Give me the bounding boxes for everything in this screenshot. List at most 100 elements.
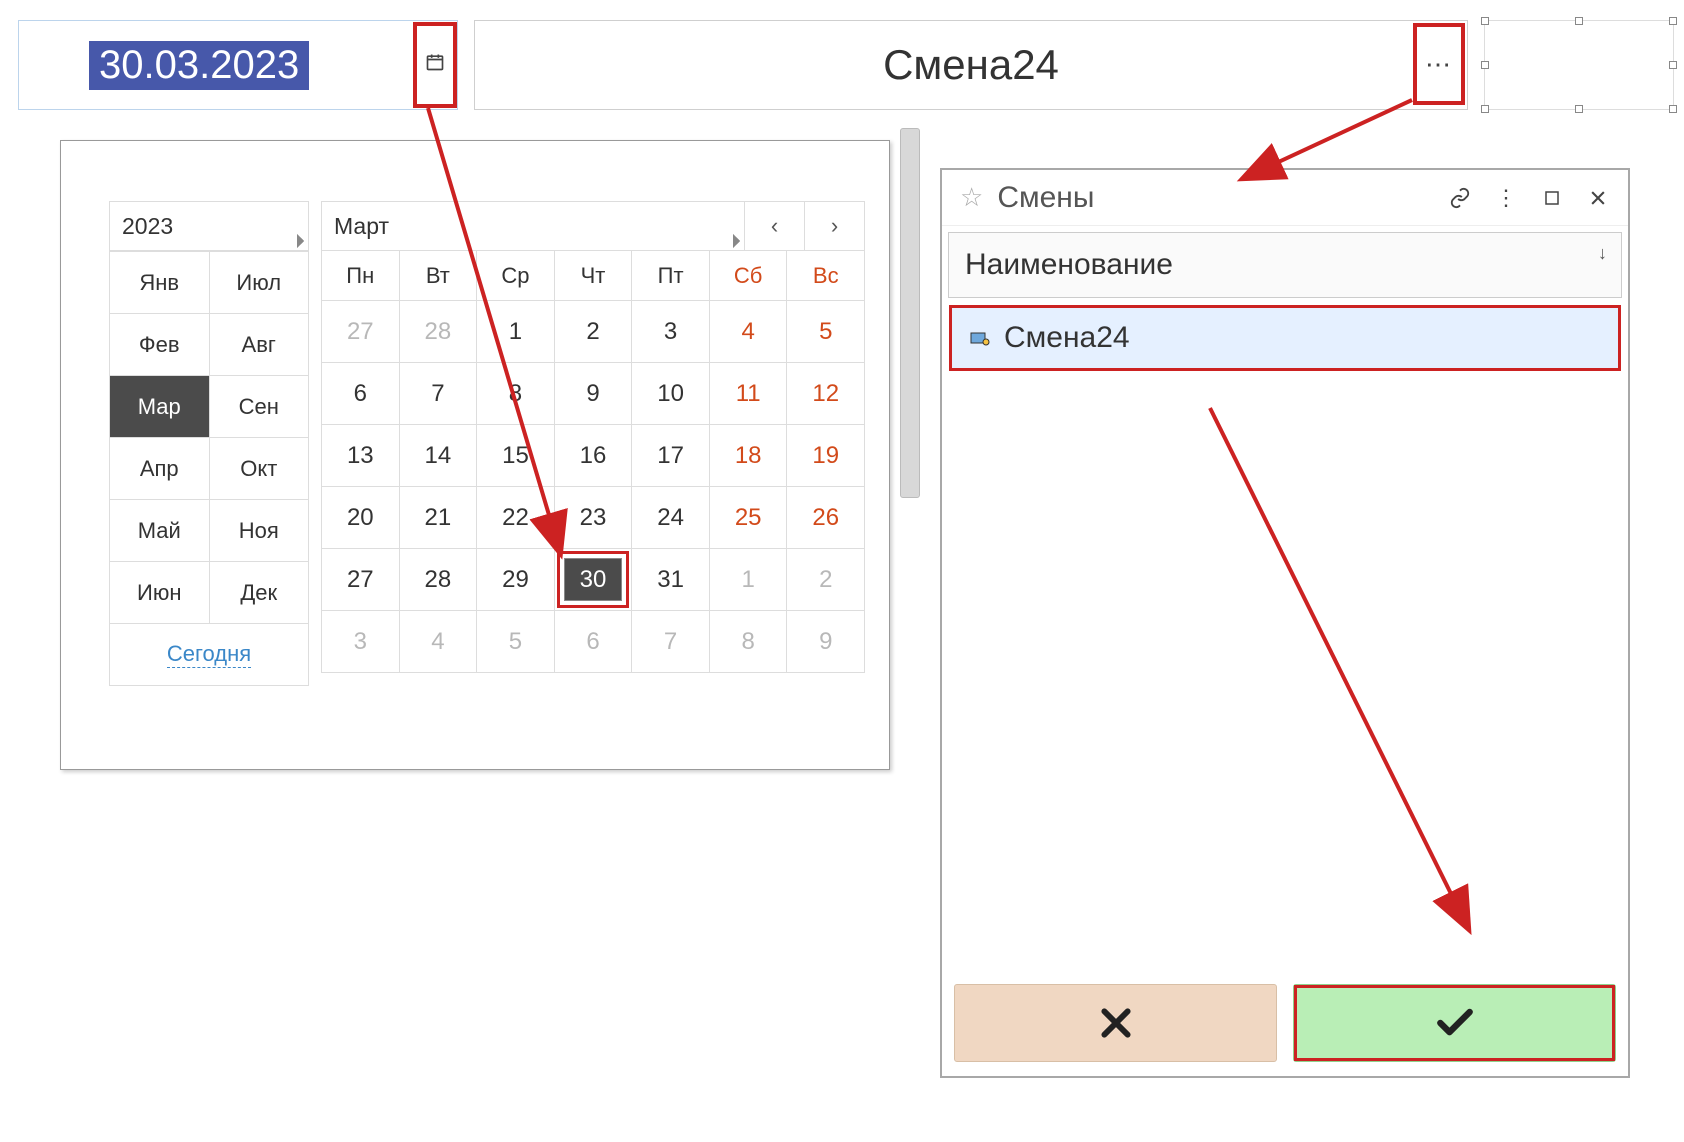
star-icon[interactable]: ☆ bbox=[960, 182, 983, 213]
ok-button[interactable] bbox=[1293, 984, 1616, 1062]
day-cell[interactable]: 28 bbox=[400, 549, 478, 611]
shift-input-value: Смена24 bbox=[883, 41, 1059, 89]
month-cell[interactable]: Мар bbox=[110, 376, 210, 438]
month-cell[interactable]: Фев bbox=[110, 314, 210, 376]
designer-selection-box bbox=[1484, 20, 1674, 110]
day-cell[interactable]: 11 bbox=[710, 363, 788, 425]
day-cell[interactable]: 7 bbox=[632, 611, 710, 673]
next-month-button[interactable]: › bbox=[805, 201, 865, 251]
shift-selection-dialog: ☆ Смены ⋮ Наименование ↓ Смена24 bbox=[940, 168, 1630, 1078]
day-cell[interactable]: 28 bbox=[400, 301, 478, 363]
day-cell[interactable]: 12 bbox=[787, 363, 865, 425]
maximize-icon[interactable] bbox=[1536, 182, 1568, 214]
day-cell[interactable]: 15 bbox=[477, 425, 555, 487]
day-cell[interactable]: 24 bbox=[632, 487, 710, 549]
today-label: Сегодня bbox=[167, 641, 251, 668]
weekday-label: Ср bbox=[477, 251, 555, 301]
kebab-menu-icon[interactable]: ⋮ bbox=[1490, 182, 1522, 214]
shift-input-field[interactable]: Смена24 ⋯ bbox=[474, 20, 1468, 110]
day-cell[interactable]: 29 bbox=[477, 549, 555, 611]
day-cell[interactable]: 13 bbox=[322, 425, 400, 487]
scrollbar[interactable] bbox=[900, 128, 920, 498]
weekday-label: Пн bbox=[322, 251, 400, 301]
day-cell[interactable]: 2 bbox=[787, 549, 865, 611]
month-cell[interactable]: Июл bbox=[210, 252, 310, 314]
dialog-title: Смены bbox=[997, 181, 1094, 215]
day-cell[interactable]: 6 bbox=[555, 611, 633, 673]
month-cell[interactable]: Окт bbox=[210, 438, 310, 500]
day-cell[interactable]: 2 bbox=[555, 301, 633, 363]
day-cell[interactable]: 10 bbox=[632, 363, 710, 425]
day-cell[interactable]: 6 bbox=[322, 363, 400, 425]
day-cell[interactable]: 1 bbox=[710, 549, 788, 611]
shift-list: Смена24 bbox=[948, 304, 1622, 974]
close-icon bbox=[1096, 1003, 1136, 1043]
month-cell[interactable]: Сен bbox=[210, 376, 310, 438]
calendar-icon bbox=[425, 52, 445, 72]
day-cell[interactable]: 3 bbox=[632, 301, 710, 363]
day-cell[interactable]: 22 bbox=[477, 487, 555, 549]
shift-lookup-button[interactable]: ⋯ bbox=[1413, 23, 1465, 105]
cancel-button[interactable] bbox=[954, 984, 1277, 1062]
calendar-popup: 2023 ЯнвИюлФевАвгМарСенАпрОктМайНояИюнДе… bbox=[60, 140, 890, 770]
year-selector[interactable]: 2023 bbox=[109, 201, 309, 251]
day-cell[interactable]: 25 bbox=[710, 487, 788, 549]
day-cell[interactable]: 8 bbox=[710, 611, 788, 673]
sort-asc-icon: ↓ bbox=[1598, 243, 1607, 264]
close-icon[interactable] bbox=[1582, 182, 1614, 214]
day-cell[interactable]: 18 bbox=[710, 425, 788, 487]
day-cell[interactable]: 27 bbox=[322, 549, 400, 611]
month-cell[interactable]: Дек bbox=[210, 562, 310, 624]
weekday-header: ПнВтСрЧтПтСбВс bbox=[321, 251, 865, 301]
catalog-item-icon bbox=[970, 330, 990, 346]
year-label: 2023 bbox=[122, 213, 173, 240]
weekday-label: Вс bbox=[787, 251, 865, 301]
day-cell[interactable]: 8 bbox=[477, 363, 555, 425]
day-cell[interactable]: 21 bbox=[400, 487, 478, 549]
today-button[interactable]: Сегодня bbox=[109, 624, 309, 686]
day-cell[interactable]: 4 bbox=[400, 611, 478, 673]
dialog-titlebar: ☆ Смены ⋮ bbox=[942, 170, 1628, 226]
day-cell[interactable]: 16 bbox=[555, 425, 633, 487]
prev-month-button[interactable]: ‹ bbox=[745, 201, 805, 251]
month-cell[interactable]: Янв bbox=[110, 252, 210, 314]
month-cell[interactable]: Апр bbox=[110, 438, 210, 500]
day-cell[interactable]: 19 bbox=[787, 425, 865, 487]
month-label: Март bbox=[334, 213, 389, 240]
month-list: ЯнвИюлФевАвгМарСенАпрОктМайНояИюнДек bbox=[109, 251, 309, 624]
weekday-label: Вт bbox=[400, 251, 478, 301]
day-cell[interactable]: 26 bbox=[787, 487, 865, 549]
day-cell[interactable]: 5 bbox=[787, 301, 865, 363]
link-icon[interactable] bbox=[1444, 182, 1476, 214]
day-cell[interactable]: 9 bbox=[555, 363, 633, 425]
list-item[interactable]: Смена24 bbox=[949, 305, 1621, 371]
month-cell[interactable]: Авг bbox=[210, 314, 310, 376]
day-grid: 2728123456789101112131415161718192021222… bbox=[321, 301, 865, 673]
calendar-open-button[interactable] bbox=[413, 22, 457, 108]
date-input-field[interactable]: 30.03.2023 bbox=[18, 20, 458, 110]
day-cell[interactable]: 30 bbox=[555, 549, 633, 611]
month-cell[interactable]: Май bbox=[110, 500, 210, 562]
day-cell[interactable]: 31 bbox=[632, 549, 710, 611]
chevron-left-icon: ‹ bbox=[771, 213, 778, 239]
day-cell[interactable]: 27 bbox=[322, 301, 400, 363]
day-cell[interactable]: 23 bbox=[555, 487, 633, 549]
day-cell[interactable]: 3 bbox=[322, 611, 400, 673]
day-cell[interactable]: 17 bbox=[632, 425, 710, 487]
day-cell[interactable]: 1 bbox=[477, 301, 555, 363]
day-cell[interactable]: 20 bbox=[322, 487, 400, 549]
column-header-name[interactable]: Наименование ↓ bbox=[948, 232, 1622, 298]
day-cell[interactable]: 7 bbox=[400, 363, 478, 425]
weekday-label: Чт bbox=[555, 251, 633, 301]
list-item-label: Смена24 bbox=[1004, 321, 1130, 355]
month-cell[interactable]: Ноя bbox=[210, 500, 310, 562]
day-cell[interactable]: 5 bbox=[477, 611, 555, 673]
day-cell[interactable]: 4 bbox=[710, 301, 788, 363]
date-input-value: 30.03.2023 bbox=[89, 41, 309, 90]
day-cell[interactable]: 9 bbox=[787, 611, 865, 673]
month-cell[interactable]: Июн bbox=[110, 562, 210, 624]
weekday-label: Сб bbox=[710, 251, 788, 301]
day-cell[interactable]: 14 bbox=[400, 425, 478, 487]
chevron-right-icon: › bbox=[831, 213, 838, 239]
month-selector[interactable]: Март bbox=[321, 201, 745, 251]
